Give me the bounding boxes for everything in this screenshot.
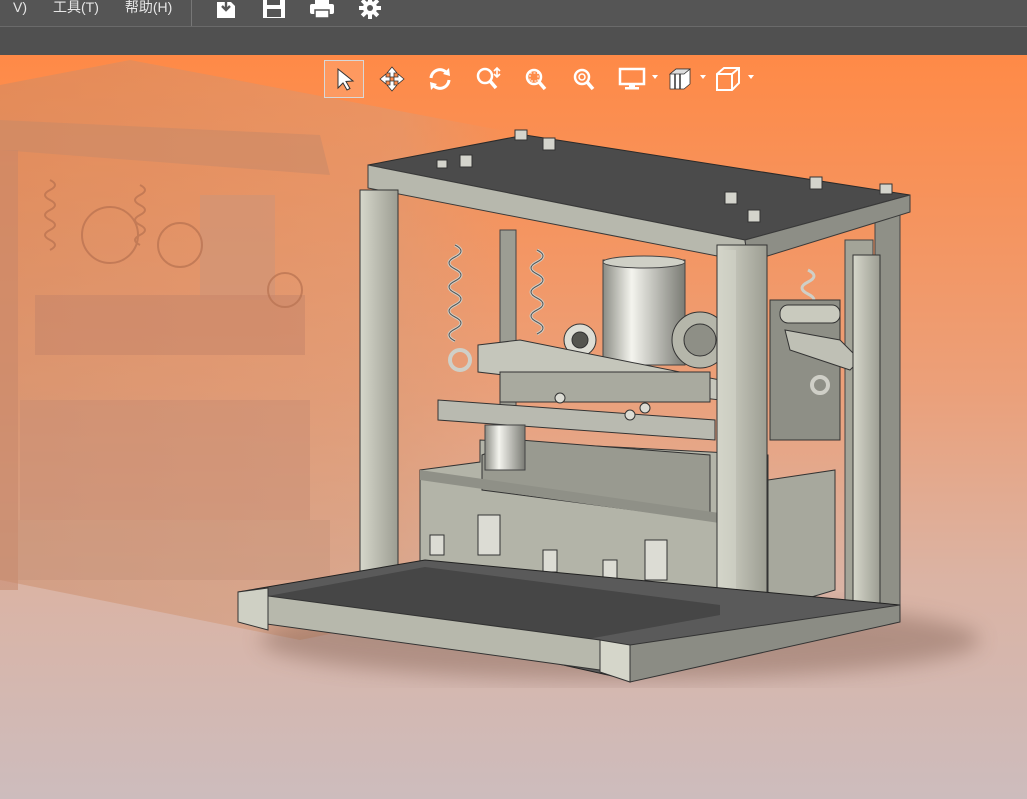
import-icon [217,0,236,18]
menu-help[interactable]: 帮助(H) [112,0,185,17]
cad-model-scene [0,60,980,683]
print-button[interactable] [307,0,337,21]
menu-separator [191,0,193,26]
pan-tool-button[interactable] [372,60,412,98]
select-arrow-icon [337,67,355,91]
rotate-tool-button[interactable] [420,60,460,98]
zoom-fit-icon [573,68,595,91]
display-mode-icon [618,67,646,90]
view-orientation-button[interactable] [708,60,754,98]
display-mode-button[interactable] [612,60,658,98]
secondary-toolbar [0,27,1027,55]
zoom-dynamic-button[interactable] [468,60,508,98]
save-button[interactable] [259,0,289,21]
chevron-down-icon [748,75,754,79]
import-button[interactable] [211,0,241,21]
zoom-window-button[interactable] [516,60,556,98]
settings-button[interactable] [355,0,385,21]
section-view-icon [668,68,692,90]
save-icon [263,0,286,18]
pan-move-icon [379,66,405,92]
3d-viewport[interactable] [0,55,1027,799]
rotate-icon [429,68,451,90]
zoom-fit-button[interactable] [564,60,604,98]
select-tool-button[interactable] [324,60,364,98]
chevron-down-icon [700,75,706,79]
menubar: V) 工具(T) 帮助(H) [0,0,1027,27]
section-view-button[interactable] [660,60,706,98]
menu-tools[interactable]: 工具(T) [40,0,112,17]
view-orientation-cube-icon [716,67,740,91]
gear-icon [359,0,382,19]
zoom-dynamic-icon [476,66,501,90]
menu-view[interactable]: V) [0,0,40,17]
zoom-window-icon [525,68,547,91]
print-icon [310,0,335,18]
view-toolbar [324,59,756,99]
chevron-down-icon [652,75,658,79]
